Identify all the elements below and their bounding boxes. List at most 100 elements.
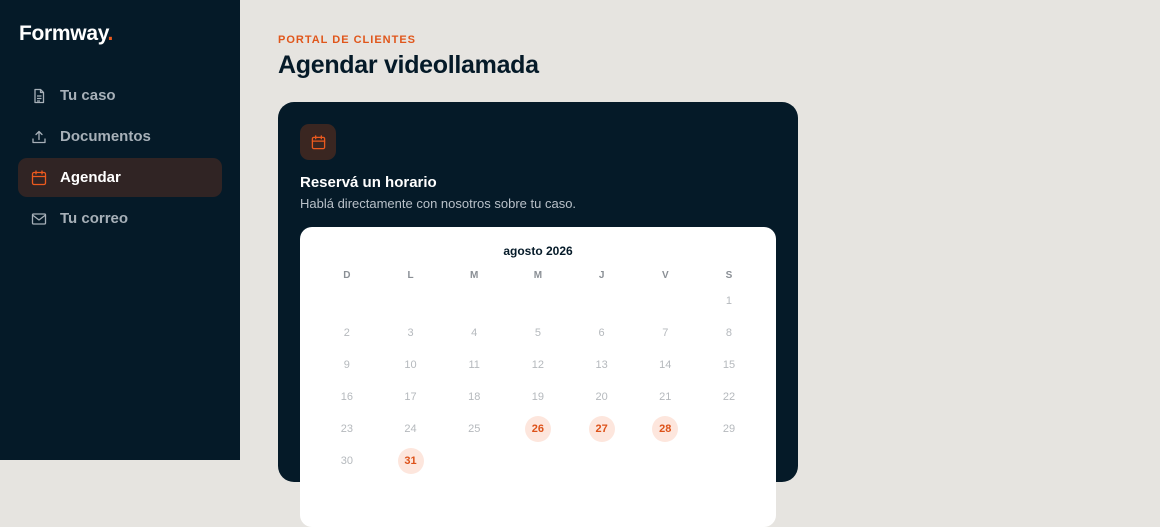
calendar-day-number: 1 [725,295,733,307]
calendar-day-number: 23 [340,423,353,435]
weekday-label: V [661,270,669,281]
calendar-day: 23 [315,416,379,442]
calendar-day-number: 27 [588,416,615,442]
calendar-day-number: 25 [468,423,481,435]
calendar-empty-cell [506,448,570,474]
calendar-icon [300,124,336,160]
calendar-day: 12 [506,352,570,378]
calendar-day-number: 22 [722,391,736,403]
calendar-day-number: 12 [531,359,545,371]
calendar-day: 14 [633,352,697,378]
calendar-day: 29 [697,416,761,442]
calendar-day-number: 29 [722,423,736,435]
calendar-day-number: 26 [524,416,551,442]
calendar-week: 9 10 11 12 13 14 15 [315,352,761,378]
page-eyebrow: PORTAL DE CLIENTES [278,34,416,46]
calendar-day: 8 [697,320,761,346]
calendar-empty-cell [442,448,506,474]
calendar-empty-cell [442,288,506,314]
mail-icon [31,211,47,227]
calendar-day: 10 [379,352,443,378]
calendar-day-number: 24 [404,423,417,435]
page-title: Agendar videollamada [278,51,539,79]
card-title: Reservá un horario [300,174,437,191]
calendar-empty-cell [633,448,697,474]
calendar-day: 15 [697,352,761,378]
weekday-label: D [343,270,351,281]
calendar-day: 25 [442,416,506,442]
calendar-day: 1 [697,288,761,314]
calendar-empty-cell [506,288,570,314]
calendar-day: 17 [379,384,443,410]
sidebar-item-label: Tu caso [60,87,116,104]
calendar-day: 11 [442,352,506,378]
calendar-day-number: 16 [340,391,353,403]
calendar-day-number: 31 [397,448,424,474]
sidebar-item-tu-correo[interactable]: Tu correo [18,199,222,238]
calendar-empty-cell [633,288,697,314]
weekday-label: J [598,270,605,281]
calendar-day: 6 [570,320,634,346]
sidebar-item-tu-caso[interactable]: Tu caso [18,76,222,115]
calendar-day-number: 8 [725,327,733,339]
calendar-day-number: 6 [598,327,605,339]
calendar-day: 20 [570,384,634,410]
sidebar: Formway. Tu caso Documentos Agendar Tu c… [0,0,240,460]
calendar-day-number: 18 [468,391,481,403]
sidebar-item-label: Documentos [60,128,151,145]
calendar-day-number: 13 [595,359,608,371]
sidebar-nav: Tu caso Documentos Agendar Tu correo [18,76,222,240]
weekday-label: S [725,270,733,281]
brand-name: Formway [19,22,108,45]
calendar: agosto 2026 D L M M J V S 1 2 3 4 5 6 7 8 9 10 11 1… [300,227,776,527]
calendar-day-number: 4 [471,327,478,339]
upload-icon [31,129,47,145]
weekday-label: M [533,270,543,281]
calendar-month: agosto 2026 [503,244,573,258]
calendar-day-number: 7 [662,327,669,339]
file-icon [31,88,47,104]
calendar-day-available[interactable]: 26 [506,416,570,442]
calendar-empty-cell [315,288,379,314]
sidebar-item-agendar[interactable]: Agendar [18,158,222,197]
calendar-day-number: 20 [595,391,608,403]
calendar-weekday-header: D L M M J V S [315,270,761,281]
calendar-day-number: 5 [534,327,541,339]
calendar-day-available[interactable]: 28 [633,416,697,442]
calendar-empty-cell [697,448,761,474]
brand-dot: . [107,22,114,45]
calendar-day: 9 [315,352,379,378]
calendar-day: 5 [506,320,570,346]
calendar-day: 30 [315,448,379,474]
calendar-empty-cell [570,448,634,474]
calendar-day-number: 21 [659,391,672,403]
calendar-day-number: 11 [468,359,480,371]
calendar-day: 24 [379,416,443,442]
weekday-label: L [407,270,414,281]
calendar-day: 4 [442,320,506,346]
calendar-icon [31,169,47,186]
calendar-week: 16 17 18 19 20 21 22 [315,384,761,410]
calendar-day-number: 9 [343,359,350,371]
calendar-day-number: 3 [407,327,414,339]
calendar-week: 2 3 4 5 6 7 8 [315,320,761,346]
calendar-day: 22 [697,384,761,410]
calendar-day-number: 15 [722,359,736,371]
calendar-day-number: 30 [340,455,353,467]
calendar-day-number: 17 [404,391,417,403]
calendar-week: 23 24 25 26 27 28 29 [315,416,761,442]
calendar-day: 16 [315,384,379,410]
sidebar-item-documentos[interactable]: Documentos [18,117,222,156]
calendar-day: 18 [442,384,506,410]
calendar-day-number: 2 [343,327,350,339]
sidebar-item-label: Tu correo [60,210,129,227]
card-subtitle: Hablá directamente con nosotros sobre tu… [300,196,577,211]
calendar-day-number: 19 [531,391,545,403]
calendar-day-available[interactable]: 27 [570,416,634,442]
brand-logo[interactable]: Formway. [19,22,113,46]
schedule-card: Reservá un horario Hablá directamente co… [278,102,798,527]
calendar-day-available[interactable]: 31 [379,448,443,474]
calendar-day-number: 14 [659,359,672,371]
calendar-day: 3 [379,320,443,346]
calendar-day: 19 [506,384,570,410]
